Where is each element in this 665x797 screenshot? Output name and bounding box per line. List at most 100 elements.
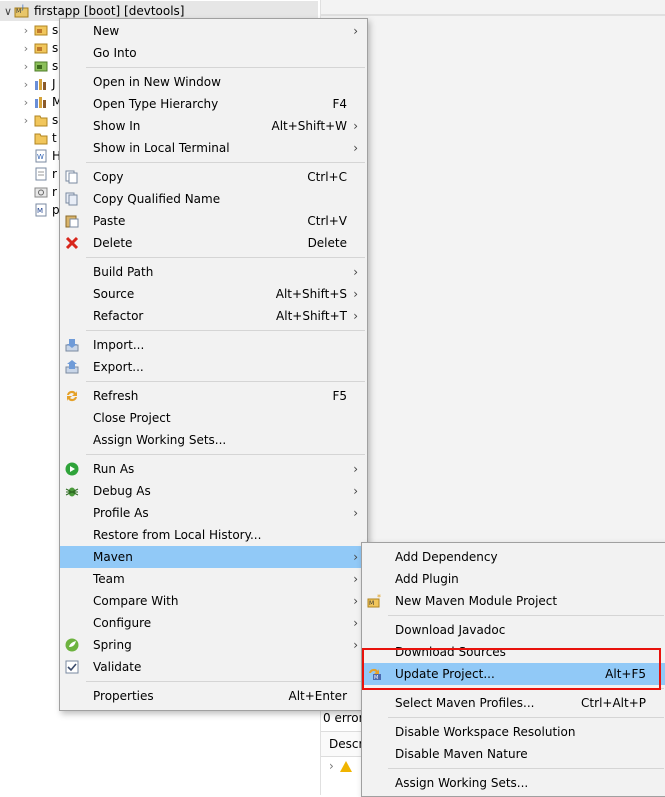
tree-item[interactable]: › M — [20, 92, 63, 112]
tree-item[interactable]: › s — [20, 38, 58, 58]
chevron-right-icon[interactable]: › — [20, 78, 32, 91]
menu-item-new[interactable]: New › — [60, 20, 367, 42]
menu-item-go-into[interactable]: Go Into — [60, 42, 367, 64]
tree-item[interactable]: › s — [20, 20, 58, 40]
tree-item[interactable]: t — [20, 128, 57, 148]
submenu-item-disable-workspace-resolution[interactable]: Disable Workspace Resolution — [362, 721, 665, 743]
submenu-item-add-dependency[interactable]: Add Dependency — [362, 546, 665, 568]
chevron-right-icon[interactable]: › — [20, 114, 32, 127]
menu-item-assign-working-sets[interactable]: Assign Working Sets... — [60, 429, 367, 451]
tree-item[interactable]: r — [20, 164, 57, 184]
submenu-item-disable-maven-nature[interactable]: Disable Maven Nature — [362, 743, 665, 765]
tree-item-label: J — [52, 77, 56, 91]
menu-separator — [388, 768, 664, 769]
menu-separator — [86, 454, 365, 455]
delete-icon — [65, 236, 79, 250]
menu-item-compare-with[interactable]: Compare With › — [60, 590, 367, 612]
submenu-arrow-icon: › — [353, 638, 358, 652]
menu-item-run-as[interactable]: Run As › — [60, 458, 367, 480]
svg-text:M: M — [37, 207, 43, 215]
menu-item-validate[interactable]: Validate — [60, 656, 367, 678]
editor-divider — [321, 14, 665, 16]
menu-item-spring[interactable]: Spring › — [60, 634, 367, 656]
project-root-label: firstapp [boot] [devtools] — [34, 4, 185, 18]
tree-item[interactable]: W H — [20, 146, 61, 166]
tree-item[interactable]: r — [20, 182, 57, 202]
menu-separator — [388, 717, 664, 718]
submenu-arrow-icon: › — [353, 616, 358, 630]
menu-item-profile-as[interactable]: Profile As › — [60, 502, 367, 524]
submenu-item-select-maven-profiles[interactable]: Select Maven Profiles... Ctrl+Alt+P — [362, 692, 665, 714]
tree-item[interactable]: › s — [20, 56, 58, 76]
submenu-arrow-icon: › — [353, 506, 358, 520]
submenu-item-assign-working-sets[interactable]: Assign Working Sets... — [362, 772, 665, 794]
source-folder-icon — [34, 23, 48, 37]
maven-pom-icon: M — [34, 203, 48, 217]
menu-item-build-path[interactable]: Build Path › — [60, 261, 367, 283]
submenu-arrow-icon: › — [353, 24, 358, 38]
menu-item-delete[interactable]: Delete Delete — [60, 232, 367, 254]
menu-separator — [86, 381, 365, 382]
run-icon — [65, 462, 79, 476]
tree-item-label: s — [52, 23, 59, 37]
menu-item-import[interactable]: Import... — [60, 334, 367, 356]
menu-item-copy-qualified-name[interactable]: Copy Qualified Name — [60, 188, 367, 210]
tree-item-label: s — [52, 59, 59, 73]
spring-icon — [65, 638, 79, 652]
submenu-arrow-icon: › — [353, 572, 358, 586]
submenu-arrow-icon: › — [353, 550, 358, 564]
debug-icon — [65, 484, 79, 498]
refresh-icon — [65, 389, 79, 403]
highlight-annotation-box — [362, 648, 661, 690]
tree-item[interactable]: › J — [20, 74, 56, 94]
tree-item[interactable]: › s — [20, 110, 58, 130]
menu-separator — [86, 67, 365, 68]
copy-icon — [65, 170, 79, 184]
menu-item-close-project[interactable]: Close Project — [60, 407, 367, 429]
chevron-right-icon[interactable]: › — [20, 60, 32, 73]
menu-item-show-in-local-terminal[interactable]: Show in Local Terminal › — [60, 137, 367, 159]
text-file-icon — [34, 167, 48, 181]
menu-separator — [86, 330, 365, 331]
chevron-right-icon[interactable]: › — [20, 42, 32, 55]
menu-item-paste[interactable]: Paste Ctrl+V — [60, 210, 367, 232]
chevron-right-icon[interactable]: › — [329, 759, 334, 773]
menu-item-open-type-hierarchy[interactable]: Open Type Hierarchy F4 — [60, 93, 367, 115]
menu-item-restore-local-history[interactable]: Restore from Local History... — [60, 524, 367, 546]
menu-item-copy[interactable]: Copy Ctrl+C — [60, 166, 367, 188]
expand-chevron-icon[interactable]: ∨ — [2, 5, 14, 18]
library-icon — [34, 77, 48, 91]
chevron-right-icon[interactable]: › — [20, 96, 32, 109]
menu-item-team[interactable]: Team › — [60, 568, 367, 590]
context-menu: New › Go Into Open in New Window Open Typ… — [59, 18, 368, 711]
warning-icon — [339, 760, 352, 772]
html-file-icon: W — [34, 149, 48, 163]
menu-item-source[interactable]: Source Alt+Shift+S › — [60, 283, 367, 305]
menu-item-debug-as[interactable]: Debug As › — [60, 480, 367, 502]
maven-project-icon: MJ — [14, 4, 30, 18]
tree-item[interactable]: M p — [20, 200, 60, 220]
submenu-item-add-plugin[interactable]: Add Plugin — [362, 568, 665, 590]
menu-item-refresh[interactable]: Refresh F5 — [60, 385, 367, 407]
package-folder-icon — [34, 59, 48, 73]
menu-item-refactor[interactable]: Refactor Alt+Shift+T › — [60, 305, 367, 327]
menu-item-maven[interactable]: Maven › — [60, 546, 367, 568]
menu-separator — [388, 615, 664, 616]
problems-row[interactable]: › — [329, 759, 352, 773]
tree-item-label: s — [52, 113, 59, 127]
submenu-arrow-icon: › — [353, 594, 358, 608]
chevron-right-icon[interactable]: › — [20, 24, 32, 37]
export-icon — [65, 360, 79, 374]
menu-item-properties[interactable]: Properties Alt+Enter — [60, 685, 367, 707]
menu-item-export[interactable]: Export... — [60, 356, 367, 378]
submenu-item-new-maven-module[interactable]: M * New Maven Module Project — [362, 590, 665, 612]
menu-item-show-in[interactable]: Show In Alt+Shift+W › — [60, 115, 367, 137]
tree-item-label: t — [52, 131, 57, 145]
menu-item-open-in-new-window[interactable]: Open in New Window — [60, 71, 367, 93]
menu-item-configure[interactable]: Configure › — [60, 612, 367, 634]
submenu-item-download-javadoc[interactable]: Download Javadoc — [362, 619, 665, 641]
menu-separator — [86, 681, 365, 682]
validate-check-icon — [65, 660, 79, 674]
maven-module-icon: M * — [367, 594, 381, 608]
tree-item-label: r — [52, 167, 57, 181]
